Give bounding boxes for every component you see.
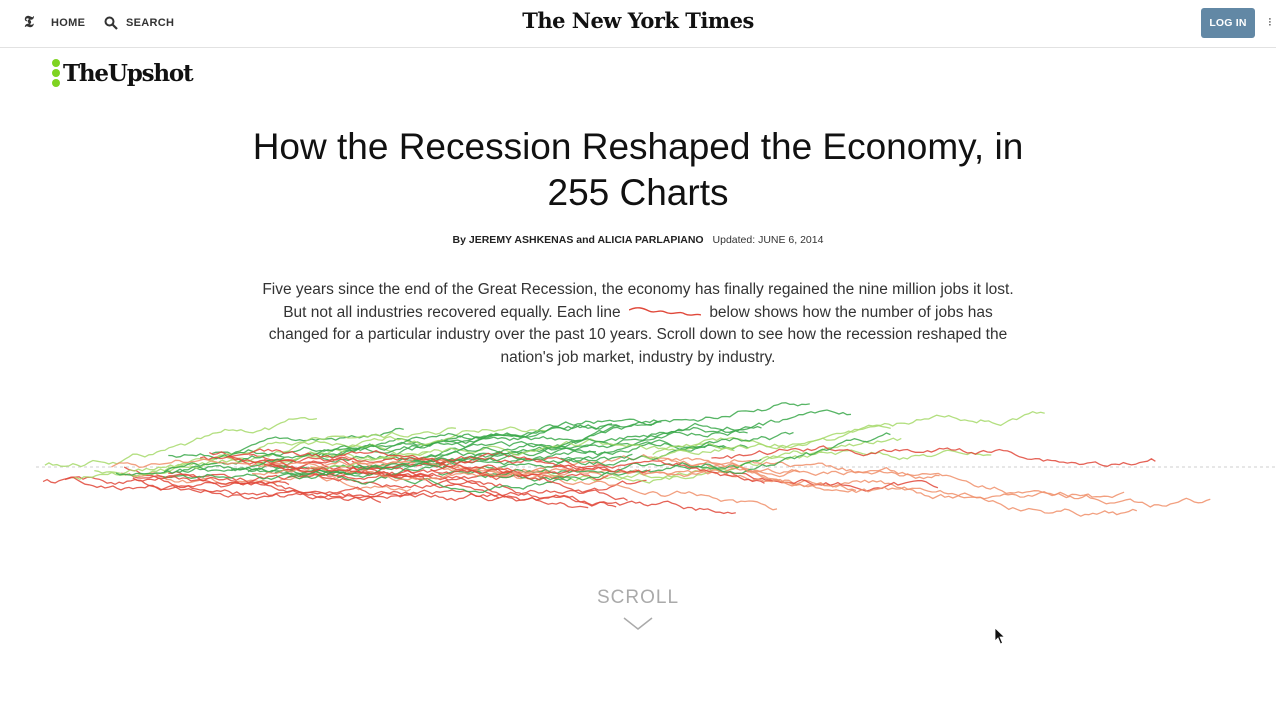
article-headline: How the Recession Reshaped the Economy, …	[252, 126, 1024, 213]
industry-line[interactable]	[729, 458, 1211, 508]
top-navigation-bar: 𝕿 HOME SEARCH The New York Times LOG IN …	[0, 0, 1276, 48]
menu-icon[interactable]: ⁝	[1268, 15, 1272, 29]
article-intro: Five years since the end of the Great Re…	[256, 279, 1020, 369]
nyt-masthead-logo[interactable]: The New York Times	[0, 8, 1276, 33]
byline-updated: Updated: JUNE 6, 2014	[712, 234, 824, 246]
upshot-wordmark: TheUpshot	[63, 59, 194, 87]
mouse-cursor-icon	[994, 627, 1006, 645]
industry-lines-chart	[36, 402, 1276, 517]
upshot-logo[interactable]: TheUpshot	[52, 58, 194, 88]
byline-authors: By JEREMY ASHKENAS and ALICIA PARLAPIANO	[452, 234, 704, 246]
inline-example-line-icon	[629, 307, 701, 317]
scroll-label[interactable]: SCROLL	[0, 587, 1276, 609]
chevron-down-icon[interactable]	[623, 617, 653, 631]
upshot-dots-icon	[52, 58, 60, 88]
industry-line[interactable]	[211, 427, 404, 455]
industry-line[interactable]	[655, 457, 1125, 500]
byline: By JEREMY ASHKENAS and ALICIA PARLAPIANO…	[0, 234, 1276, 246]
login-button[interactable]: LOG IN	[1201, 8, 1255, 38]
